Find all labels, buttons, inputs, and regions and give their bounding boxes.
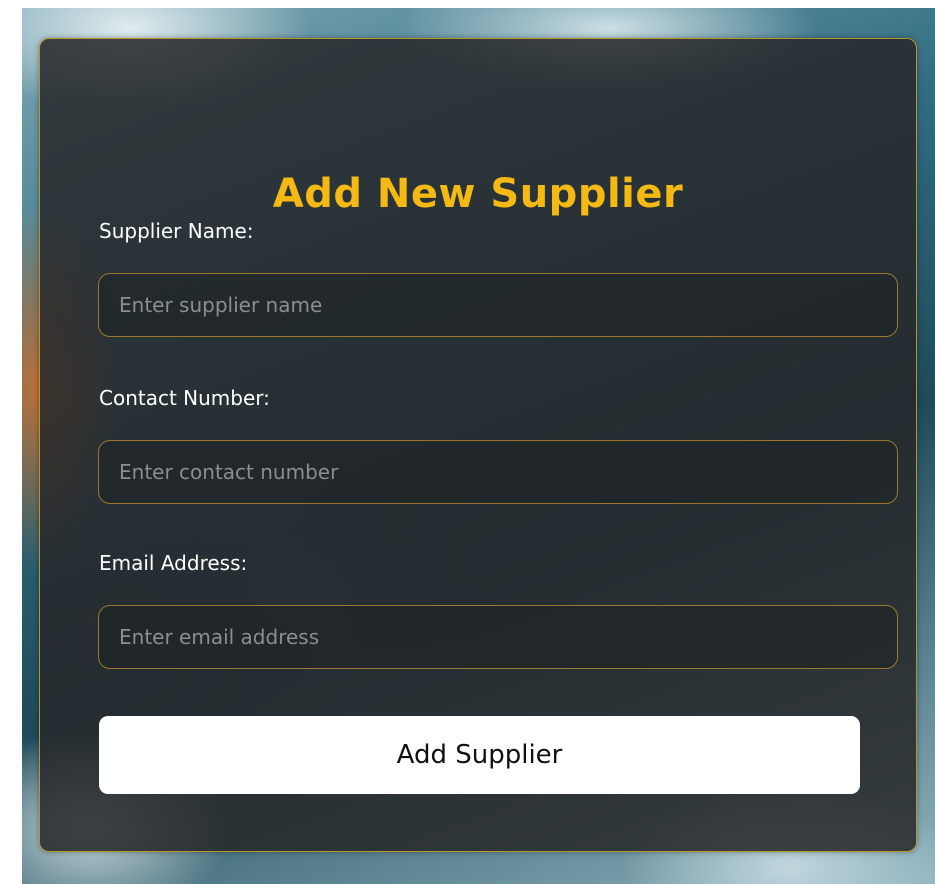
supplier-name-input[interactable] — [98, 273, 898, 337]
email-address-input[interactable] — [98, 605, 898, 669]
supplier-name-label: Supplier Name: — [99, 219, 254, 243]
form-title: Add New Supplier — [272, 171, 684, 217]
add-supplier-button[interactable]: Add Supplier — [99, 716, 860, 794]
add-supplier-form: Add New Supplier Supplier Name: Contact … — [39, 38, 917, 852]
email-address-label: Email Address: — [99, 551, 248, 575]
contact-number-input[interactable] — [98, 440, 898, 504]
page: Add New Supplier Supplier Name: Contact … — [0, 0, 935, 884]
contact-number-label: Contact Number: — [99, 386, 270, 410]
page-margin — [0, 0, 22, 884]
